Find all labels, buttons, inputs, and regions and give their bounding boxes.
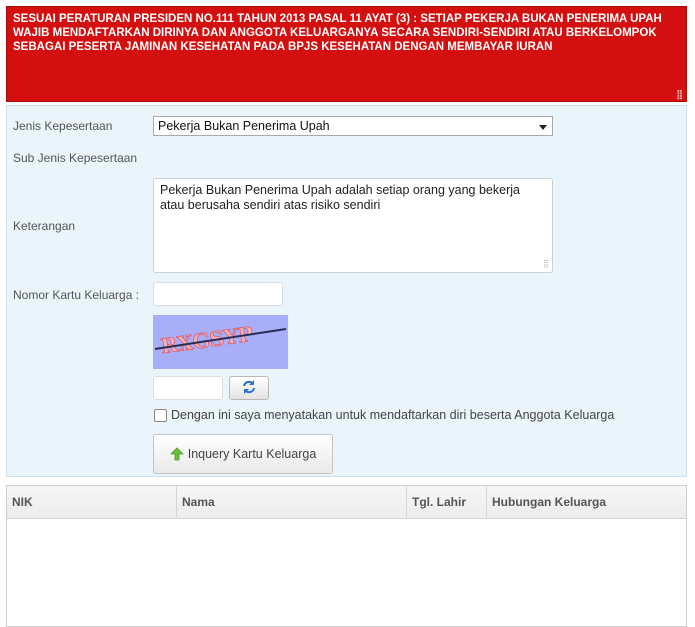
keterangan-textarea[interactable]: Pekerja Bukan Penerima Upah adalah setia… xyxy=(153,178,553,273)
column-header-nama[interactable]: Nama xyxy=(177,486,407,519)
jenis-kepesertaan-value: Pekerja Bukan Penerima Upah xyxy=(158,119,330,133)
jenis-kepesertaan-select[interactable]: Pekerja Bukan Penerima Upah xyxy=(153,116,553,136)
agreement-label: Dengan ini saya menyatakan untuk mendaft… xyxy=(171,408,615,422)
keterangan-label: Keterangan xyxy=(13,219,76,233)
resize-grip-icon: ⣿ xyxy=(676,89,683,99)
inquiry-kk-button[interactable]: Inquery Kartu Keluarga xyxy=(153,434,333,474)
keterangan-text: Pekerja Bukan Penerima Upah adalah setia… xyxy=(160,183,520,212)
nomor-kk-label: Nomor Kartu Keluarga : xyxy=(13,288,140,302)
table-header: NIK Nama Tgl. Lahir Hubungan Keluarga xyxy=(7,486,686,519)
notice-text: SESUAI PERATURAN PRESIDEN NO.111 TAHUN 2… xyxy=(13,13,662,53)
jenis-kepesertaan-label: Jenis Kepesertaan xyxy=(13,119,113,133)
family-table: NIK Nama Tgl. Lahir Hubungan Keluarga xyxy=(6,485,687,627)
registration-form: Jenis Kepesertaan Pekerja Bukan Penerima… xyxy=(6,105,687,477)
refresh-captcha-button[interactable] xyxy=(229,376,269,400)
resize-grip-icon: ⣿ xyxy=(543,259,549,268)
captcha-graphic: RXGSYP xyxy=(153,315,288,369)
regulation-notice: SESUAI PERATURAN PRESIDEN NO.111 TAHUN 2… xyxy=(6,6,687,102)
captcha-image: RXGSYP xyxy=(153,315,288,369)
column-header-nik[interactable]: NIK xyxy=(7,486,177,519)
sub-jenis-kepesertaan-label: Sub Jenis Kepesertaan xyxy=(13,151,138,165)
nomor-kk-input[interactable] xyxy=(153,282,283,306)
column-header-hubungan[interactable]: Hubungan Keluarga xyxy=(487,486,686,519)
column-header-tgl-lahir[interactable]: Tgl. Lahir xyxy=(407,486,487,519)
chevron-down-icon xyxy=(539,125,547,130)
captcha-input[interactable] xyxy=(153,376,223,400)
inquiry-kk-label: Inquery Kartu Keluarga xyxy=(187,447,317,461)
agreement-checkbox[interactable] xyxy=(154,408,167,422)
refresh-icon xyxy=(241,379,257,398)
up-arrow-icon xyxy=(169,447,184,461)
agreement-row: Dengan ini saya menyatakan untuk mendaft… xyxy=(154,408,614,422)
